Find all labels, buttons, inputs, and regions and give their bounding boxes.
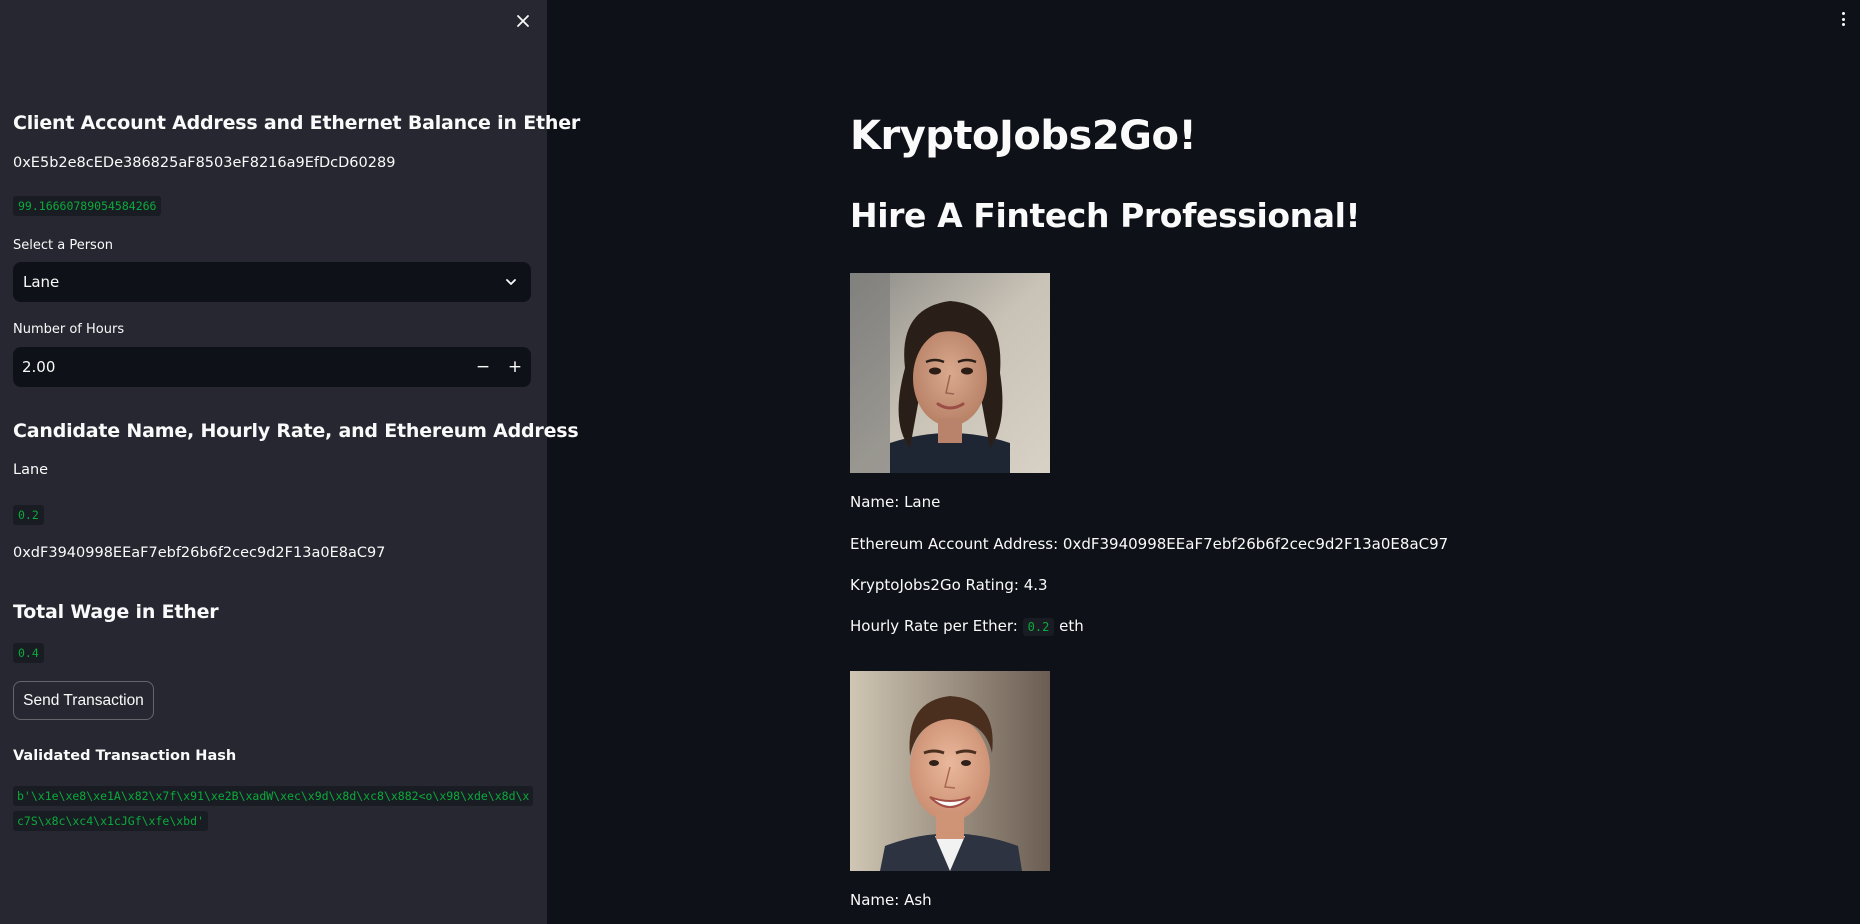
- candidate-rate-line: Hourly Rate per Ether: 0.2 eth: [850, 617, 1084, 636]
- minus-icon: −: [475, 357, 491, 377]
- candidate-rate: 0.2: [13, 505, 44, 525]
- client-balance: 99.16660789054584266: [13, 196, 162, 216]
- rate-value: 0.2: [1022, 618, 1055, 636]
- candidate-address-line: Ethereum Account Address: 0xdF3940998EEa…: [850, 535, 1449, 553]
- hours-label: Number of Hours: [13, 322, 125, 337]
- close-icon: [517, 15, 529, 27]
- send-transaction-button[interactable]: Send Transaction: [13, 681, 154, 720]
- transaction-hash-value: b'\x1e\xe8\xe1A\x82\x7f\x91\xe2B\xadW\xe…: [13, 784, 534, 834]
- select-person-label: Select a Person: [13, 238, 114, 253]
- rate-suffix: eth: [1059, 617, 1084, 635]
- candidate-name-line-2: Name: Ash: [850, 891, 932, 909]
- main-area: KryptoJobs2Go! Hire A Fintech Profession…: [547, 0, 1860, 924]
- candidate-rating-line: KryptoJobs2Go Rating: 4.3: [850, 576, 1048, 594]
- candidate-heading: Candidate Name, Hourly Rate, and Ethereu…: [13, 420, 579, 442]
- page-subtitle: Hire A Fintech Professional!: [850, 196, 1361, 235]
- chevron-down-icon: [506, 279, 516, 285]
- client-account-heading: Client Account Address and Ethernet Bala…: [13, 112, 581, 134]
- candidate-name: Lane: [13, 462, 49, 478]
- hours-input[interactable]: 2.00 − +: [13, 347, 531, 387]
- increment-button[interactable]: +: [499, 347, 531, 387]
- select-person-value: Lane: [23, 273, 60, 291]
- rate-prefix: Hourly Rate per Ether:: [850, 617, 1018, 635]
- page-title: KryptoJobs2Go!: [850, 113, 1197, 159]
- transaction-hash-text: b'\x1e\xe8\xe1A\x82\x7f\x91\xe2B\xadW\xe…: [13, 786, 534, 831]
- client-address: 0xE5b2e8cEDe386825aF8503eF8216a9EfDcD602…: [13, 155, 396, 171]
- total-wage-heading: Total Wage in Ether: [13, 601, 219, 623]
- kebab-menu-icon[interactable]: [1840, 12, 1846, 30]
- transaction-hash-heading: Validated Transaction Hash: [13, 748, 237, 764]
- decrement-button[interactable]: −: [467, 347, 499, 387]
- total-wage-value: 0.4: [13, 643, 44, 663]
- select-person-dropdown[interactable]: Lane: [13, 262, 531, 302]
- hours-value: 2.00: [22, 358, 56, 376]
- candidate-photo-ash: [850, 671, 1050, 871]
- close-sidebar-button[interactable]: [514, 12, 532, 30]
- sidebar: Client Account Address and Ethernet Bala…: [0, 0, 580, 924]
- plus-icon: +: [507, 357, 523, 377]
- candidate-name-line: Name: Lane: [850, 493, 941, 511]
- candidate-address: 0xdF3940998EEaF7ebf26b6f2cec9d2F13a0E8aC…: [13, 545, 386, 561]
- candidate-photo-lane: [850, 273, 1050, 473]
